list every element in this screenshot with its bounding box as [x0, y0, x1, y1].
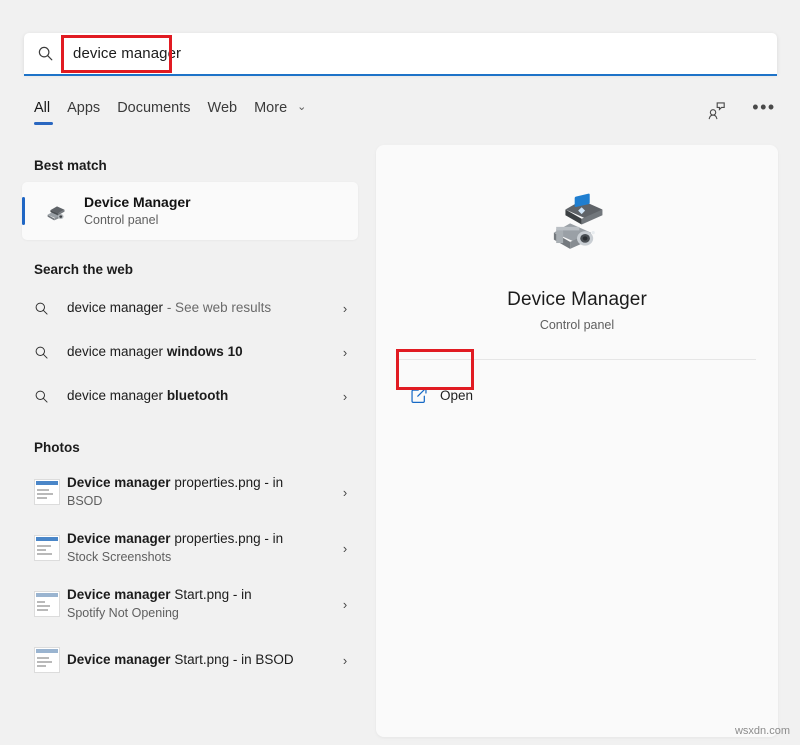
web-result-row[interactable]: device manager windows 10 ›	[22, 330, 358, 374]
web-result-label: device manager - See web results	[64, 299, 332, 317]
tab-more[interactable]: More ⌄	[254, 96, 323, 128]
web-result-row[interactable]: device manager bluetooth ›	[22, 374, 358, 418]
photo-result-texts: Device manager properties.png - in Stock…	[64, 530, 332, 566]
photo-result-row[interactable]: Device manager properties.png - in BSOD …	[22, 464, 358, 520]
tab-all-label: All	[34, 100, 50, 116]
best-match-item[interactable]: Device Manager Control panel	[22, 182, 358, 240]
thumbnail-line	[37, 489, 49, 491]
thumbnail-titlebar	[36, 593, 58, 597]
photo-thumbnail	[34, 535, 64, 561]
photo-result-label: Device manager properties.png - in	[64, 530, 332, 548]
chevron-right-icon[interactable]: ›	[332, 389, 358, 404]
photo-result-folder: Stock Screenshots	[64, 549, 332, 566]
tab-apps-label: Apps	[67, 100, 100, 116]
thumbnail-line	[37, 657, 49, 659]
selection-accent-bar	[22, 197, 25, 225]
photo-result-row[interactable]: Device manager properties.png - in Stock…	[22, 520, 358, 576]
section-title-photos: Photos	[34, 440, 372, 455]
thumbnail-titlebar	[36, 649, 58, 653]
tab-web[interactable]: Web	[208, 96, 255, 128]
chevron-right-icon[interactable]: ›	[332, 345, 358, 360]
tab-apps[interactable]: Apps	[67, 96, 117, 128]
results-list: Best match Device Manager Control panel	[0, 140, 372, 745]
tab-documents[interactable]: Documents	[117, 96, 207, 128]
photo-thumbnail-image	[34, 591, 60, 617]
search-bar[interactable]: device manager	[24, 33, 777, 74]
tab-web-label: Web	[208, 100, 238, 116]
external-link-icon	[408, 384, 430, 406]
chevron-right-icon[interactable]: ›	[332, 541, 358, 556]
chevron-down-icon: ⌄	[297, 100, 306, 113]
tab-documents-label: Documents	[117, 100, 190, 116]
thumbnail-line	[37, 661, 52, 663]
photo-result-texts: Device manager Start.png - in BSOD	[64, 651, 332, 669]
best-match-title: Device Manager	[84, 193, 191, 211]
section-title-best-match: Best match	[34, 158, 372, 173]
photo-thumbnail	[34, 647, 64, 673]
section-title-search-web: Search the web	[34, 262, 372, 277]
photo-result-texts: Device manager properties.png - in BSOD	[64, 474, 332, 510]
preview-title: Device Manager	[376, 289, 778, 311]
preview-divider	[398, 359, 756, 360]
photo-thumbnail	[34, 591, 64, 617]
tab-all[interactable]: All	[34, 96, 67, 128]
best-match-subtitle: Control panel	[84, 212, 191, 229]
thumbnail-line	[37, 549, 46, 551]
windows-search-panel: device manager All Apps Documents Web Mo…	[0, 0, 800, 745]
search-icon	[34, 389, 64, 404]
device-manager-icon	[34, 188, 80, 234]
chevron-right-icon[interactable]: ›	[332, 653, 358, 668]
chevron-right-icon[interactable]: ›	[332, 597, 358, 612]
thumbnail-line	[37, 497, 47, 499]
web-result-label: device manager bluetooth	[64, 387, 332, 405]
best-match-texts: Device Manager Control panel	[84, 193, 191, 229]
preview-subtitle: Control panel	[376, 318, 778, 332]
thumbnail-titlebar	[36, 537, 58, 541]
more-options-icon[interactable]: •••	[750, 96, 778, 124]
web-result-label: device manager windows 10	[64, 343, 332, 361]
watermark: wsxdn.com	[735, 725, 790, 737]
chevron-right-icon[interactable]: ›	[332, 485, 358, 500]
thumbnail-line	[37, 545, 51, 547]
photo-result-label: Device manager Start.png - in BSOD	[64, 651, 332, 669]
tab-more-label: More	[254, 100, 287, 116]
feedback-icon[interactable]	[702, 96, 730, 124]
search-icon	[24, 33, 66, 74]
search-icon	[34, 301, 64, 316]
photo-result-folder: Spotify Not Opening	[64, 605, 332, 622]
open-button[interactable]: Open	[402, 377, 510, 413]
search-icon	[34, 345, 64, 360]
thumbnail-line	[37, 493, 53, 495]
photo-result-row[interactable]: Device manager Start.png - in Spotify No…	[22, 576, 358, 632]
photo-result-row[interactable]: Device manager Start.png - in BSOD ›	[22, 632, 358, 688]
chevron-right-icon[interactable]: ›	[332, 301, 358, 316]
thumbnail-titlebar	[36, 481, 58, 485]
web-result-row[interactable]: device manager - See web results ›	[22, 286, 358, 330]
photo-thumbnail-image	[34, 479, 60, 505]
thumbnail-line	[37, 553, 52, 555]
thumbnail-line	[37, 601, 45, 603]
thumbnail-line	[37, 665, 46, 667]
photo-thumbnail	[34, 479, 64, 505]
photo-thumbnail-image	[34, 535, 60, 561]
thumbnail-line	[37, 609, 48, 611]
thumbnail-line	[37, 605, 50, 607]
header-icon-group: •••	[702, 96, 778, 124]
photo-result-folder: BSOD	[64, 493, 332, 510]
open-button-label: Open	[440, 388, 473, 403]
photo-result-texts: Device manager Start.png - in Spotify No…	[64, 586, 332, 622]
photo-result-label: Device manager properties.png - in	[64, 474, 332, 492]
search-input[interactable]: device manager	[66, 45, 181, 62]
photo-thumbnail-image	[34, 647, 60, 673]
preview-panel: Device Manager Control panel Open	[376, 145, 778, 737]
device-manager-icon	[540, 191, 614, 265]
photo-result-label: Device manager Start.png - in	[64, 586, 332, 604]
filter-tabs: All Apps Documents Web More ⌄	[34, 96, 323, 128]
